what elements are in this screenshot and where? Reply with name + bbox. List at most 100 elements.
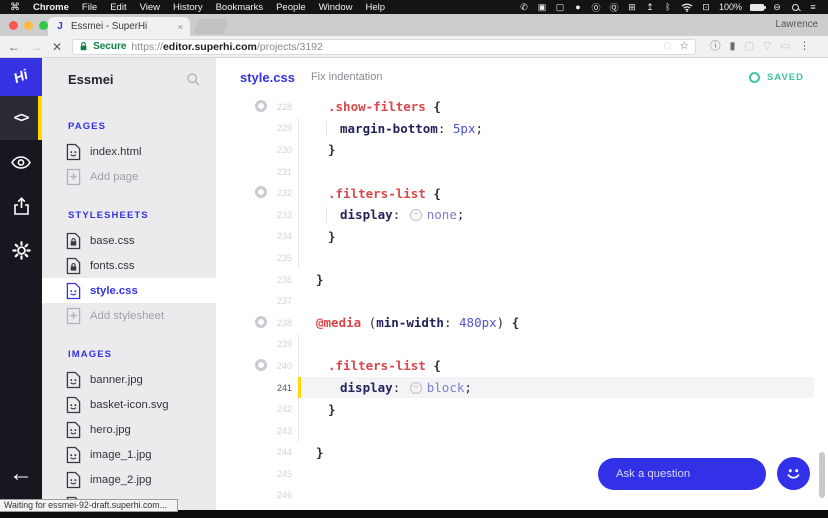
browser-tab[interactable]: J Essmei - SuperHi ×	[48, 17, 190, 36]
code-line-230[interactable]: 230}	[216, 139, 828, 161]
menu-item-history[interactable]: History	[173, 2, 203, 13]
file-row-fonts-css[interactable]: fonts.css	[42, 253, 216, 278]
q-circle-icon[interactable]: Ⓠ	[609, 2, 619, 13]
code-line-240[interactable]: 240.filters-list {	[216, 355, 828, 377]
dnd-icon[interactable]: ⊖	[772, 2, 782, 13]
battery-icon[interactable]	[750, 2, 764, 13]
notification-center-icon[interactable]: ≡	[808, 2, 818, 13]
eye-icon	[11, 156, 31, 169]
stop-loading-button[interactable]: ✕	[52, 41, 62, 53]
menu-item-help[interactable]: Help	[365, 2, 385, 13]
code-line-234[interactable]: 234}	[216, 226, 828, 248]
rail-item-code-editor[interactable]: <>	[0, 96, 42, 140]
search-icon[interactable]	[187, 73, 200, 91]
chat-smiley-button[interactable]	[777, 457, 810, 490]
code-token: display	[340, 380, 393, 395]
line-number: 229	[216, 123, 292, 133]
file-row-hero-jpg[interactable]: hero.jpg	[42, 417, 216, 442]
zero-circle-icon[interactable]: ⓪	[591, 2, 601, 13]
health-plus-icon[interactable]: ⊞	[627, 2, 637, 13]
browser-menu-icon[interactable]: ⋮	[799, 41, 810, 52]
editor-scrollbar-thumb[interactable]	[819, 452, 825, 498]
rail-item-preview[interactable]	[0, 140, 42, 184]
code-line-233[interactable]: 233display: −none;	[216, 204, 828, 226]
line-number: 231	[216, 167, 292, 177]
file-row-index-html[interactable]: index.html	[42, 139, 216, 164]
minimize-window-button[interactable]	[24, 21, 33, 30]
extension-cast-icon[interactable]: ▽	[763, 41, 771, 52]
code-line-231[interactable]: 231	[216, 161, 828, 183]
apple-menu-icon[interactable]: ⌘	[10, 2, 20, 13]
code-line-229[interactable]: 229 margin-bottom: 5px;	[216, 118, 828, 140]
bookmark-star-icon[interactable]: ☆	[680, 41, 689, 52]
line-number: 233	[216, 210, 292, 220]
ink-drop-icon[interactable]: ●	[573, 2, 583, 13]
spotlight-icon[interactable]	[790, 2, 800, 13]
rail-item-publish[interactable]	[0, 184, 42, 228]
bluetooth-icon[interactable]: ᛒ	[663, 2, 673, 13]
code-line-238[interactable]: 238@media (min-width: 480px) {	[216, 312, 828, 334]
line-number: 230	[216, 145, 292, 155]
code-text: }	[316, 402, 336, 417]
project-name: Essmei	[68, 72, 114, 87]
add-stylesheet-button[interactable]: Add stylesheet	[42, 303, 216, 328]
code-line-236[interactable]: 236}	[216, 269, 828, 291]
menu-item-window[interactable]: Window	[319, 2, 353, 13]
code-token: :	[393, 380, 408, 395]
menu-item-chrome[interactable]: Chrome	[33, 2, 69, 13]
forward-button[interactable]: →	[30, 41, 42, 53]
code-line-242[interactable]: 242}	[216, 398, 828, 420]
window-icon[interactable]: ▢	[555, 2, 565, 13]
menu-item-people[interactable]: People	[276, 2, 306, 13]
line-number: 234	[216, 231, 292, 241]
new-tab-button[interactable]	[194, 19, 229, 34]
menu-item-view[interactable]: View	[140, 2, 160, 13]
fix-indentation-button[interactable]: Fix indentation	[311, 71, 383, 83]
zoom-window-button[interactable]	[39, 21, 48, 30]
back-arrow-button[interactable]: ←	[0, 460, 42, 488]
menu-item-file[interactable]: File	[82, 2, 97, 13]
chrome-profile-name[interactable]: Lawrence	[776, 19, 818, 30]
file-row-banner-jpg[interactable]: banner.jpg	[42, 367, 216, 392]
tab-close-icon[interactable]: ×	[178, 22, 183, 32]
close-window-button[interactable]	[9, 21, 18, 30]
value-toggle-icon[interactable]: −	[410, 209, 422, 221]
video-camera-icon[interactable]: ▣	[537, 2, 547, 13]
code-text: margin-bottom: 5px;	[316, 121, 483, 136]
file-row-basket-icon-svg[interactable]: basket-icon.svg	[42, 392, 216, 417]
code-line-232[interactable]: 232.filters-list {	[216, 182, 828, 204]
page-zoom-icon[interactable]	[664, 41, 671, 52]
value-toggle-icon[interactable]: −	[410, 382, 422, 394]
code-line-243[interactable]: 243	[216, 420, 828, 442]
code-token	[426, 99, 434, 114]
code-line-235[interactable]: 235	[216, 247, 828, 269]
menu-item-bookmarks[interactable]: Bookmarks	[216, 2, 264, 13]
file-row-base-css[interactable]: base.css	[42, 228, 216, 253]
address-bar[interactable]: Secure https://editor.superhi.com/projec…	[72, 39, 696, 55]
code-line-239[interactable]: 239	[216, 334, 828, 356]
add-file-icon	[66, 307, 81, 325]
file-row-image-2-jpg[interactable]: image_2.jpg	[42, 467, 216, 492]
extension-info-icon[interactable]: ⓘ	[710, 41, 721, 52]
menu-item-edit[interactable]: Edit	[110, 2, 126, 13]
call-icon[interactable]: ✆	[519, 2, 529, 13]
wifi-icon[interactable]	[681, 2, 693, 13]
extension-download-icon[interactable]: ▭	[780, 41, 790, 52]
airplay-icon[interactable]: ⊡	[701, 2, 711, 13]
code-line-237[interactable]: 237	[216, 290, 828, 312]
code-line-241[interactable]: 241display: −block;	[216, 377, 828, 399]
code-area[interactable]: 228.show-filters { 229 margin-bottom: 5px;…	[216, 96, 828, 510]
locked-file-icon	[66, 232, 81, 250]
add-page-button[interactable]: Add page	[42, 164, 216, 189]
ask-question-button[interactable]: Ask a question	[598, 458, 766, 490]
extension-window-icon[interactable]: ▢	[744, 41, 754, 52]
back-button[interactable]: ←	[8, 41, 20, 53]
extension-bar-icon[interactable]: ▮	[730, 41, 736, 52]
superhi-logo[interactable]: Hi	[0, 58, 42, 96]
rail-item-settings[interactable]	[0, 228, 42, 272]
battery-percent[interactable]: 100%	[719, 2, 742, 13]
file-row-style-css-active[interactable]: style.css	[42, 278, 216, 303]
file-row-image-1-jpg[interactable]: image_1.jpg	[42, 442, 216, 467]
code-line-228[interactable]: 228.show-filters {	[216, 96, 828, 118]
share-icon[interactable]: ↥	[645, 2, 655, 13]
